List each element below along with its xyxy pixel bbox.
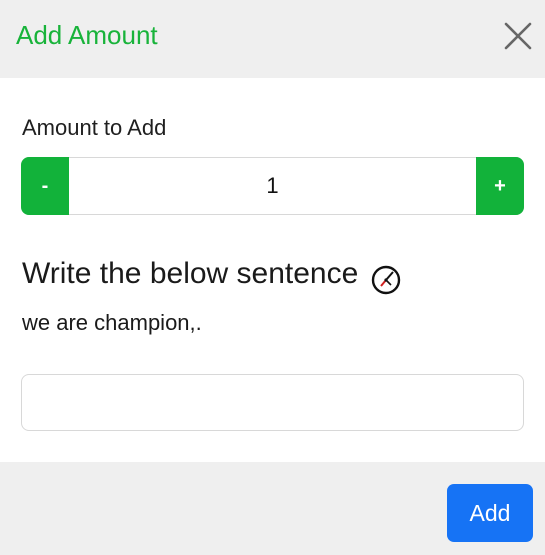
modal-footer: Add bbox=[0, 462, 545, 555]
close-icon[interactable] bbox=[500, 18, 536, 54]
modal-title: Add Amount bbox=[16, 20, 158, 50]
challenge-heading: Write the below sentence bbox=[22, 252, 402, 296]
add-button[interactable]: Add bbox=[447, 484, 533, 542]
challenge-sentence: we are champion,. bbox=[22, 310, 202, 335]
challenge-heading-text: Write the below sentence bbox=[22, 257, 359, 290]
amount-label: Amount to Add bbox=[22, 115, 167, 140]
modal-header: Add Amount bbox=[0, 0, 545, 78]
gauge-icon bbox=[372, 265, 401, 295]
decrement-button[interactable]: - bbox=[21, 157, 69, 215]
amount-value[interactable]: 1 bbox=[70, 158, 475, 214]
add-amount-modal: Add Amount Amount to Add - 1 + Write the… bbox=[0, 0, 545, 555]
amount-stepper: - 1 + bbox=[21, 157, 524, 215]
increment-button[interactable]: + bbox=[476, 157, 524, 215]
sentence-input[interactable] bbox=[21, 374, 524, 431]
